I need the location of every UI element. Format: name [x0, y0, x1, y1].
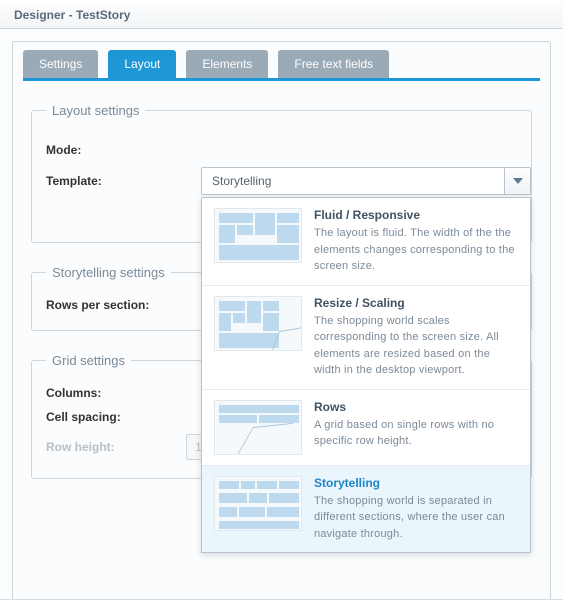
option-text: Rows A grid based on single rows with no…	[314, 400, 518, 455]
mode-combobox-list: Fluid / Responsive The layout is fluid. …	[201, 197, 531, 553]
tab-free-text-fields[interactable]: Free text fields	[278, 50, 389, 78]
group-legend: Layout settings	[46, 103, 145, 118]
option-desc: A grid based on single rows with no spec…	[314, 417, 518, 450]
mode-label: Mode:	[46, 143, 186, 157]
group-legend: Storytelling settings	[46, 265, 171, 280]
layout-thumb-icon	[214, 476, 302, 531]
mode-option-resize[interactable]: Resize / Scaling The shopping world scal…	[202, 285, 530, 389]
row-height-label: Row height:	[46, 440, 186, 454]
layout-thumb-icon	[214, 208, 302, 263]
mode-option-rows[interactable]: Rows A grid based on single rows with no…	[202, 389, 530, 465]
tab-layout[interactable]: Layout	[108, 50, 176, 78]
layout-thumb-icon	[214, 296, 302, 351]
mode-combobox: Storytelling	[201, 167, 531, 553]
panel: Settings Layout Elements Free text field…	[12, 41, 551, 600]
group-legend: Grid settings	[46, 353, 131, 368]
columns-label: Columns:	[46, 386, 186, 400]
option-title: Storytelling	[314, 476, 518, 490]
tabbar: Settings Layout Elements Free text field…	[23, 50, 540, 81]
tab-settings[interactable]: Settings	[23, 50, 98, 78]
chevron-down-icon	[504, 168, 530, 194]
option-title: Resize / Scaling	[314, 296, 518, 310]
mode-option-fluid[interactable]: Fluid / Responsive The layout is fluid. …	[202, 198, 530, 285]
mode-combobox-trigger[interactable]: Storytelling	[201, 167, 531, 195]
option-text: Fluid / Responsive The layout is fluid. …	[314, 208, 518, 275]
layout-thumb-icon	[214, 400, 302, 455]
option-desc: The shopping world scales corresponding …	[314, 313, 518, 379]
option-title: Fluid / Responsive	[314, 208, 518, 222]
rows-per-section-label: Rows per section:	[46, 298, 186, 312]
designer-window: Designer - TestStory Settings Layout Ele…	[0, 0, 563, 600]
tab-elements[interactable]: Elements	[186, 50, 268, 78]
window-title: Designer - TestStory	[0, 0, 563, 29]
option-desc: The shopping world is separated in diffe…	[314, 493, 518, 543]
option-text: Resize / Scaling The shopping world scal…	[314, 296, 518, 379]
option-text: Storytelling The shopping world is separ…	[314, 476, 518, 543]
mode-option-storytelling[interactable]: Storytelling The shopping world is separ…	[202, 465, 530, 553]
option-desc: The layout is fluid. The width of the th…	[314, 225, 518, 275]
mode-combobox-value: Storytelling	[202, 174, 504, 188]
option-title: Rows	[314, 400, 518, 414]
template-label: Template:	[46, 174, 186, 188]
cell-spacing-label: Cell spacing:	[46, 410, 186, 424]
